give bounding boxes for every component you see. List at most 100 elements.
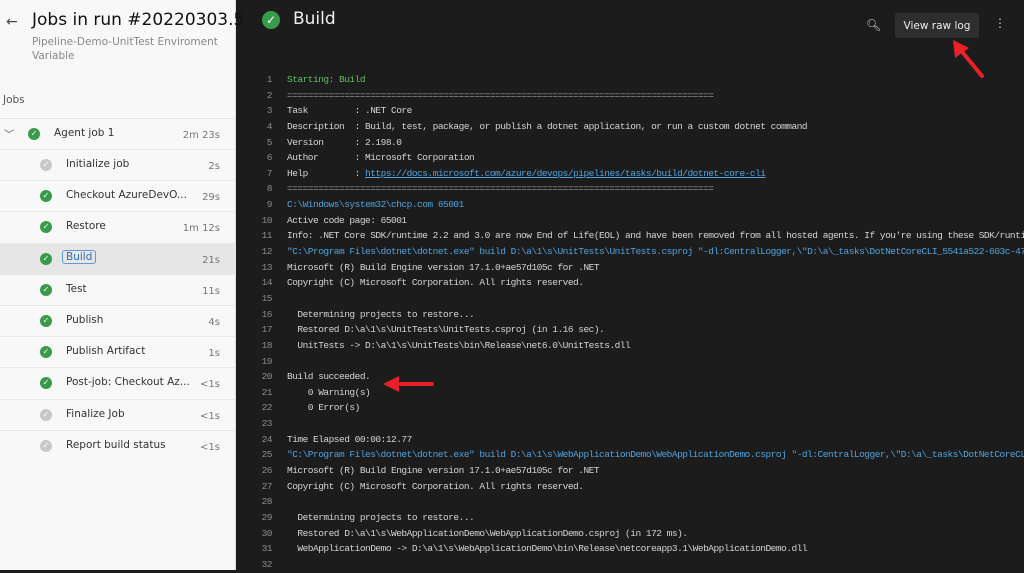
line-number: 9 (266, 199, 273, 211)
step-duration: 21s (202, 254, 220, 266)
log-line: 22 0 Error(s) (237, 400, 1024, 416)
chevron-down-icon[interactable]: ﹀ (4, 126, 14, 141)
log-line: 18 UnitTests -> D:\a\1\s\UnitTests\bin\R… (237, 338, 1024, 354)
line-number: 31 (261, 543, 273, 555)
arrow-left-icon[interactable]: ← (6, 14, 18, 30)
log-text: 0 Warning(s) (287, 386, 371, 398)
line-number: 26 (261, 465, 273, 477)
log-line: 5 Version : 2.198.0 (237, 135, 1024, 151)
log-line: 11 Info: .NET Core SDK/runtime 2.2 and 3.… (237, 228, 1024, 244)
log-output: 1 Starting: Build 2 =======================… (237, 72, 1024, 573)
step-label: Test (66, 282, 87, 295)
log-text: Author : Microsoft Corporation (287, 152, 475, 164)
step-row[interactable]: ✓ Finalize Job <1s (0, 398, 236, 430)
log-line: 10 Active code page: 65001 (237, 213, 1024, 229)
log-line: 13 Microsoft (R) Build Engine version 17.… (237, 260, 1024, 276)
log-text: "C:\Program Files\dotnet\dotnet.exe" bui… (287, 246, 1024, 258)
search-icon[interactable]: 🔍︎ (866, 18, 881, 32)
log-text: Restored D:\a\1\s\WebApplicationDemo\Web… (287, 527, 688, 539)
line-number: 3 (266, 105, 273, 117)
log-text: UnitTests -> D:\a\1\s\UnitTests\bin\Rele… (287, 339, 631, 351)
success-check-icon: ✓ (40, 346, 52, 359)
step-label: Post-job: Checkout Az... (66, 376, 190, 389)
log-text: Microsoft (R) Build Engine version 17.1.… (287, 465, 600, 477)
log-text: Determining projects to restore... (287, 511, 475, 523)
step-label: Publish (66, 314, 104, 326)
log-text: WebApplicationDemo -> D:\a\1\s\WebApplic… (287, 543, 808, 555)
line-number: 27 (261, 480, 273, 492)
line-number: 6 (266, 152, 273, 164)
jobs-sidebar: ← Jobs in run #20220303.5 Pipeline-Demo-… (0, 0, 244, 570)
log-text: Description : Build, test, package, or p… (287, 120, 808, 132)
line-number: 30 (261, 527, 273, 539)
log-line: 6 Author : Microsoft Corporation (237, 150, 1024, 166)
log-text: Info: .NET Core SDK/runtime 2.2 and 3.0 … (287, 230, 1024, 242)
success-check-icon: ✓ (40, 190, 52, 203)
pipeline-name: Pipeline-Demo-UnitTest Enviroment Variab… (32, 36, 218, 62)
step-row[interactable]: ✓ Post-job: Checkout Az... <1s (0, 367, 236, 398)
step-row[interactable]: ✓ Publish Artifact 1s (0, 336, 236, 367)
agent-job-row[interactable]: ﹀ ✓ Agent job 1 2m 23s (0, 118, 236, 149)
line-number: 12 (261, 246, 273, 258)
step-duration: <1s (200, 441, 220, 453)
line-number: 2 (266, 89, 273, 101)
log-text: Starting: Build (287, 74, 366, 85)
step-duration: 29s (202, 192, 220, 204)
log-text: C:\Windows\system32\chcp.com 65001 (287, 199, 464, 211)
log-text: Time Elapsed 00:00:12.77 (287, 433, 412, 445)
log-line: 19 (237, 354, 1024, 370)
line-number: 14 (261, 277, 273, 289)
log-line: 14 Copyright (C) Microsoft Corporation. A… (237, 275, 1024, 291)
log-line: 32 (237, 557, 1024, 573)
step-label: Publish Artifact (66, 345, 146, 358)
step-title: Build (293, 9, 336, 29)
log-line: 29 Determining projects to restore... (237, 510, 1024, 526)
step-row[interactable]: ✓ Report build status <1s (0, 429, 236, 461)
step-duration: <1s (200, 379, 220, 391)
help-link[interactable]: https://docs.microsoft.com/azure/devops/… (365, 166, 766, 182)
line-number: 24 (261, 433, 273, 445)
line-number: 11 (261, 230, 273, 242)
log-text: Restored D:\a\1\s\UnitTests\UnitTests.cs… (287, 324, 605, 336)
log-line: 20 Build succeeded. (237, 369, 1024, 385)
line-number: 28 (261, 496, 273, 508)
step-row[interactable]: ✓ Restore 1m 12s (0, 211, 236, 242)
line-number: 29 (261, 511, 273, 523)
step-row[interactable]: ✓ Build 21s (0, 242, 236, 274)
more-vertical-icon[interactable]: ⋮ (994, 16, 1006, 30)
success-check-icon: ✓ (40, 221, 52, 234)
log-line: 12 "C:\Program Files\dotnet\dotnet.exe" b… (237, 244, 1024, 260)
step-row[interactable]: ✓ Publish 4s (0, 305, 236, 336)
log-text: ========================================… (287, 89, 714, 101)
log-text: "C:\Program Files\dotnet\dotnet.exe" bui… (287, 449, 1024, 461)
log-line: 1 Starting: Build (237, 72, 1024, 88)
line-number: 22 (261, 402, 273, 414)
step-row[interactable]: ✓ Test 11s (0, 273, 236, 305)
success-check-icon: ✓ (40, 315, 52, 327)
log-text: Determining projects to restore... (287, 308, 475, 320)
log-line: 9 C:\Windows\system32\chcp.com 65001 (237, 197, 1024, 213)
line-number: 5 (266, 136, 273, 148)
log-text: Microsoft (R) Build Engine version 17.1.… (287, 261, 600, 273)
line-number: 13 (261, 261, 273, 273)
log-line: 4 Description : Build, test, package, or … (237, 119, 1024, 135)
log-line: 24 Time Elapsed 00:00:12.77 (237, 432, 1024, 448)
log-line: 26 Microsoft (R) Build Engine version 17.… (237, 463, 1024, 479)
line-number: 4 (266, 120, 273, 132)
log-line: 30 Restored D:\a\1\s\WebApplicationDemo\… (237, 526, 1024, 542)
step-row[interactable]: ✓ Checkout AzureDevO... 29s (0, 180, 236, 211)
line-number: 19 (261, 355, 273, 367)
log-line: 3 Task : .NET Core (237, 103, 1024, 119)
view-raw-log-button[interactable]: View raw log (895, 13, 979, 38)
log-line: 21 0 Warning(s) (237, 385, 1024, 401)
line-number: 32 (261, 558, 273, 570)
log-text: Help : (287, 167, 366, 179)
step-row[interactable]: ✓ Initialize job 2s (0, 149, 236, 180)
success-check-icon: ✓ (40, 283, 52, 296)
neutral-check-icon: ✓ (40, 439, 52, 452)
line-number: 23 (261, 418, 273, 430)
line-number: 21 (261, 386, 273, 398)
success-check-icon: ✓ (28, 128, 40, 140)
log-text: Version : 2.198.0 (287, 136, 402, 148)
line-number: 16 (261, 308, 273, 320)
